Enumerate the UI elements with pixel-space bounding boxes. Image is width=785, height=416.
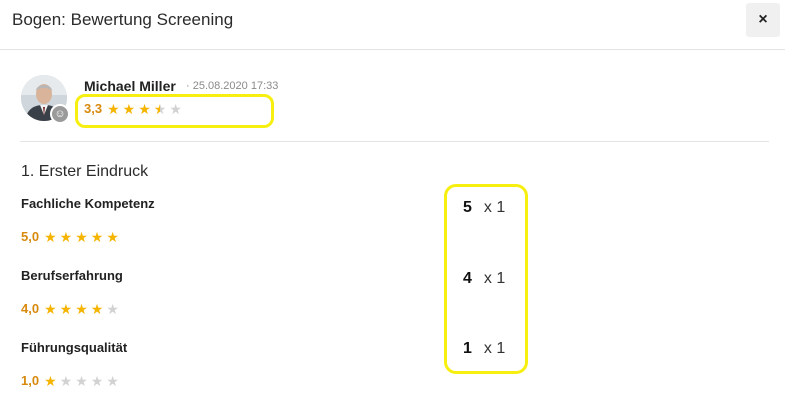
star-icon: ★ — [106, 228, 119, 245]
star-icon: ★ — [44, 372, 57, 389]
author-name: Michael Miller — [84, 78, 176, 94]
star-icon: ★ — [153, 100, 167, 117]
star-icon: ★ — [90, 228, 104, 245]
criterion-rating-fuehrungsqualitaet: 1,0 ★ ★ ★ ★ ★ — [21, 373, 122, 388]
overall-rating: 3,3 ★ ★ ★ ★ ★ — [84, 101, 185, 116]
star-icon: ★ — [59, 300, 73, 317]
star-icon: ★ — [90, 300, 104, 317]
score-value: 4 — [463, 270, 472, 287]
close-icon: × — [758, 11, 768, 28]
criterion-stars: ★ ★ ★ ★ ★ — [44, 302, 122, 316]
smiley-icon: ☺ — [50, 104, 70, 124]
score-fuehrungsqualitaet: 1 x 1 — [463, 340, 505, 358]
criterion-rating-value: 5,0 — [21, 229, 40, 244]
criterion-stars: ★ ★ ★ ★ ★ — [44, 230, 122, 244]
section-title: 1. Erster Eindruck — [21, 163, 149, 180]
score-fachliche-kompetenz: 5 x 1 — [463, 199, 505, 217]
criterion-rating-berufserfahrung: 4,0 ★ ★ ★ ★ ★ — [21, 301, 122, 316]
star-icon: ★ — [138, 100, 151, 117]
score-value: 1 — [463, 340, 472, 357]
score-multiplier: x 1 — [483, 199, 506, 216]
star-icon: ★ — [75, 228, 88, 245]
star-icon: ★ — [44, 228, 57, 245]
star-icon: ★ — [75, 372, 88, 389]
overall-rating-value: 3,3 — [84, 101, 103, 116]
overall-stars: ★ ★ ★ ★ ★ — [107, 102, 185, 116]
star-icon: ★ — [44, 300, 57, 317]
star-icon: ★ — [169, 100, 182, 117]
criterion-rating-value: 4,0 — [21, 301, 40, 316]
score-value: 5 — [463, 199, 472, 216]
star-icon: ★ — [75, 300, 88, 317]
close-button[interactable]: × — [746, 3, 780, 37]
dialog-title: Bogen: Bewertung Screening — [12, 10, 234, 29]
score-multiplier: x 1 — [483, 340, 506, 357]
criterion-label-berufserfahrung: Berufserfahrung — [21, 268, 123, 283]
star-icon: ★ — [122, 100, 136, 117]
dialog-header: Bogen: Bewertung Screening × — [0, 0, 785, 50]
review-date: · 25.08.2020 17:33 — [186, 80, 279, 92]
score-berufserfahrung: 4 x 1 — [463, 270, 505, 288]
divider — [20, 141, 769, 142]
criterion-rating-fachliche-kompetenz: 5,0 ★ ★ ★ ★ ★ — [21, 229, 122, 244]
criterion-label-fuehrungsqualitaet: Führungsqualität — [21, 340, 128, 355]
star-icon: ★ — [59, 228, 73, 245]
star-icon: ★ — [59, 372, 73, 389]
criterion-rating-value: 1,0 — [21, 373, 40, 388]
star-icon: ★ — [106, 300, 119, 317]
star-icon: ★ — [106, 372, 119, 389]
criterion-label-fachliche-kompetenz: Fachliche Kompetenz — [21, 196, 155, 211]
criterion-stars: ★ ★ ★ ★ ★ — [44, 374, 122, 388]
star-icon: ★ — [107, 100, 120, 117]
star-icon: ★ — [90, 372, 104, 389]
score-multiplier: x 1 — [483, 270, 506, 287]
